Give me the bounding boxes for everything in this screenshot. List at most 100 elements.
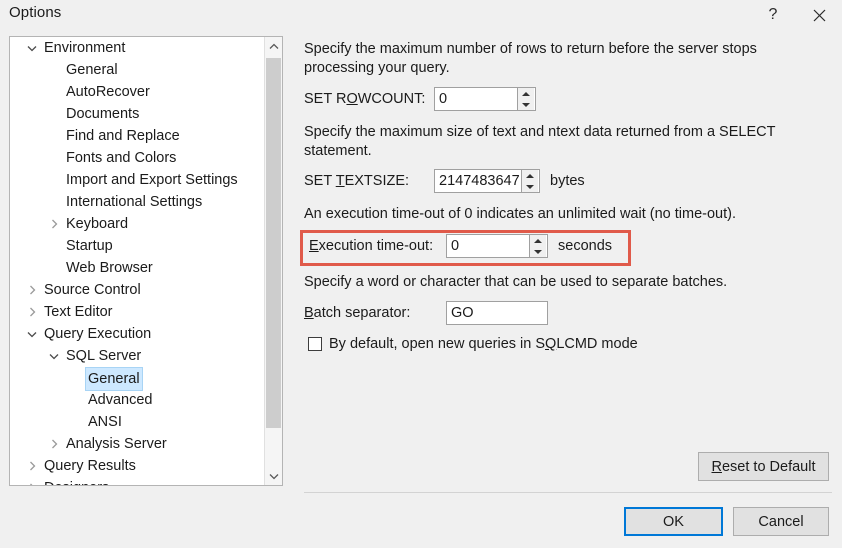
sqlcmd-checkbox[interactable] xyxy=(308,337,322,351)
tree-item-label: Source Control xyxy=(44,282,141,298)
rowcount-spin-down[interactable] xyxy=(518,99,534,110)
rowcount-spin-buttons[interactable] xyxy=(517,88,534,110)
settings-panel: Specify the maximum number of rows to re… xyxy=(304,40,832,352)
tree-item-startup[interactable]: Startup xyxy=(10,235,264,257)
close-icon xyxy=(813,9,826,22)
tree-item-source-control[interactable]: Source Control xyxy=(10,279,264,301)
tree-item-query-execution[interactable]: Query Execution xyxy=(10,323,264,345)
tree-item-general[interactable]: General xyxy=(10,367,264,391)
batch-description: Specify a word or character that can be … xyxy=(304,274,728,290)
tree-item-label: ANSI xyxy=(88,414,122,430)
tree-item-designers[interactable]: Designers xyxy=(10,477,264,485)
textsize-spinbox[interactable] xyxy=(434,169,540,193)
rowcount-spin-up[interactable] xyxy=(518,88,534,99)
timeout-label: Execution time-out: xyxy=(309,238,434,254)
chevron-right-icon[interactable] xyxy=(24,279,40,301)
cancel-button[interactable]: Cancel xyxy=(733,507,829,536)
batch-separator-input[interactable] xyxy=(447,303,547,323)
tree-item-label: International Settings xyxy=(66,194,203,210)
tree-item-autorecover[interactable]: AutoRecover xyxy=(10,81,264,103)
options-tree[interactable]: Environment General AutoRecover Documents Fi… xyxy=(10,37,264,485)
tree-item-query-results[interactable]: Query Results xyxy=(10,455,264,477)
tree-item-find-and-replace[interactable]: Find and Replace xyxy=(10,125,264,147)
scroll-up-button[interactable] xyxy=(265,37,282,55)
tree-item-documents[interactable]: Documents xyxy=(10,103,264,125)
tree-item-sql-server[interactable]: SQL Server xyxy=(10,345,264,367)
batch-label: Batch separator: xyxy=(304,305,411,321)
tree-item-label: Query Results xyxy=(44,458,136,474)
triangle-down-icon xyxy=(522,102,530,107)
textsize-unit: bytes xyxy=(550,173,585,189)
question-mark-icon: ? xyxy=(768,6,778,23)
tree-item-label: Import and Export Settings xyxy=(66,172,238,188)
timeout-spin-up[interactable] xyxy=(530,235,546,246)
chevron-down-icon[interactable] xyxy=(24,37,40,59)
sqlcmd-label: By default, open new queries in SQLCMD m… xyxy=(329,336,638,352)
tree-item-import-and-export-settings[interactable]: Import and Export Settings xyxy=(10,169,264,191)
window-title: Options xyxy=(9,4,62,21)
help-button[interactable]: ? xyxy=(750,0,796,30)
tree-item-label: SQL Server xyxy=(66,348,142,364)
batch-separator-field[interactable] xyxy=(446,301,548,325)
ok-button-label: OK xyxy=(663,513,684,530)
rowcount-spinbox[interactable] xyxy=(434,87,536,111)
tree-item-keyboard[interactable]: Keyboard xyxy=(10,213,264,235)
tree-item-label: Web Browser xyxy=(66,260,153,276)
reset-to-default-label: Reset to Default xyxy=(711,458,816,475)
triangle-down-icon xyxy=(534,249,542,254)
tree-item-label: General xyxy=(85,367,143,391)
reset-to-default-button[interactable]: Reset to Default xyxy=(698,452,829,481)
timeout-description: An execution time-out of 0 indicates an … xyxy=(304,206,736,222)
tree-item-label: Analysis Server xyxy=(66,436,167,452)
tree-item-label: AutoRecover xyxy=(66,84,150,100)
footer-divider xyxy=(304,492,832,493)
tree-item-general[interactable]: General xyxy=(10,59,264,81)
textsize-spin-down[interactable] xyxy=(522,181,538,192)
triangle-up-icon xyxy=(534,238,542,243)
chevron-down-icon[interactable] xyxy=(46,345,62,367)
timeout-spin-buttons[interactable] xyxy=(529,235,546,257)
close-button[interactable] xyxy=(796,0,842,30)
tree-item-ansi[interactable]: ANSI xyxy=(10,411,264,433)
tree-item-label: Designers xyxy=(41,477,112,485)
textsize-spin-up[interactable] xyxy=(522,170,538,181)
title-bar: Options ? xyxy=(0,0,842,30)
chevron-down-icon[interactable] xyxy=(24,323,40,345)
tree-item-label: Find and Replace xyxy=(66,128,180,144)
triangle-down-icon xyxy=(526,184,534,189)
textsize-spin-buttons[interactable] xyxy=(521,170,538,192)
triangle-up-icon xyxy=(526,173,534,178)
timeout-spinbox[interactable] xyxy=(446,234,548,258)
tree-item-text-editor[interactable]: Text Editor xyxy=(10,301,264,323)
timeout-spin-down[interactable] xyxy=(530,246,546,257)
tree-item-label: Documents xyxy=(66,106,140,122)
chevron-right-icon[interactable] xyxy=(46,213,62,235)
ok-button[interactable]: OK xyxy=(624,507,723,536)
scroll-down-button[interactable] xyxy=(265,467,282,485)
chevron-right-icon[interactable] xyxy=(24,301,40,323)
chevron-right-icon[interactable] xyxy=(24,477,40,485)
rowcount-description: Specify the maximum number of rows to re… xyxy=(304,41,757,76)
tree-item-environment[interactable]: Environment xyxy=(10,37,264,59)
tree-item-advanced[interactable]: Advanced xyxy=(10,389,264,411)
chevron-right-icon[interactable] xyxy=(46,433,62,455)
timeout-unit: seconds xyxy=(558,238,613,254)
chevron-right-icon[interactable] xyxy=(24,455,40,477)
scrollbar-thumb[interactable] xyxy=(266,58,281,428)
tree-item-fonts-and-colors[interactable]: Fonts and Colors xyxy=(10,147,264,169)
tree-item-label: Advanced xyxy=(88,392,153,408)
tree-item-label: Startup xyxy=(66,238,113,254)
tree-item-international-settings[interactable]: International Settings xyxy=(10,191,264,213)
tree-scrollbar[interactable] xyxy=(264,37,282,485)
tree-item-analysis-server[interactable]: Analysis Server xyxy=(10,433,264,455)
tree-item-web-browser[interactable]: Web Browser xyxy=(10,257,264,279)
tree-item-label: Fonts and Colors xyxy=(66,150,177,166)
sqlcmd-checkbox-row[interactable]: By default, open new queries in SQLCMD m… xyxy=(304,336,832,352)
cancel-button-label: Cancel xyxy=(758,513,804,530)
textsize-label: SET TEXTSIZE: xyxy=(304,173,410,189)
tree-item-label: Keyboard xyxy=(66,216,129,232)
triangle-up-icon xyxy=(522,91,530,96)
textsize-description: Specify the maximum size of text and nte… xyxy=(304,124,776,159)
tree-item-label: General xyxy=(66,62,118,78)
tree-item-label: Query Execution xyxy=(44,326,152,342)
